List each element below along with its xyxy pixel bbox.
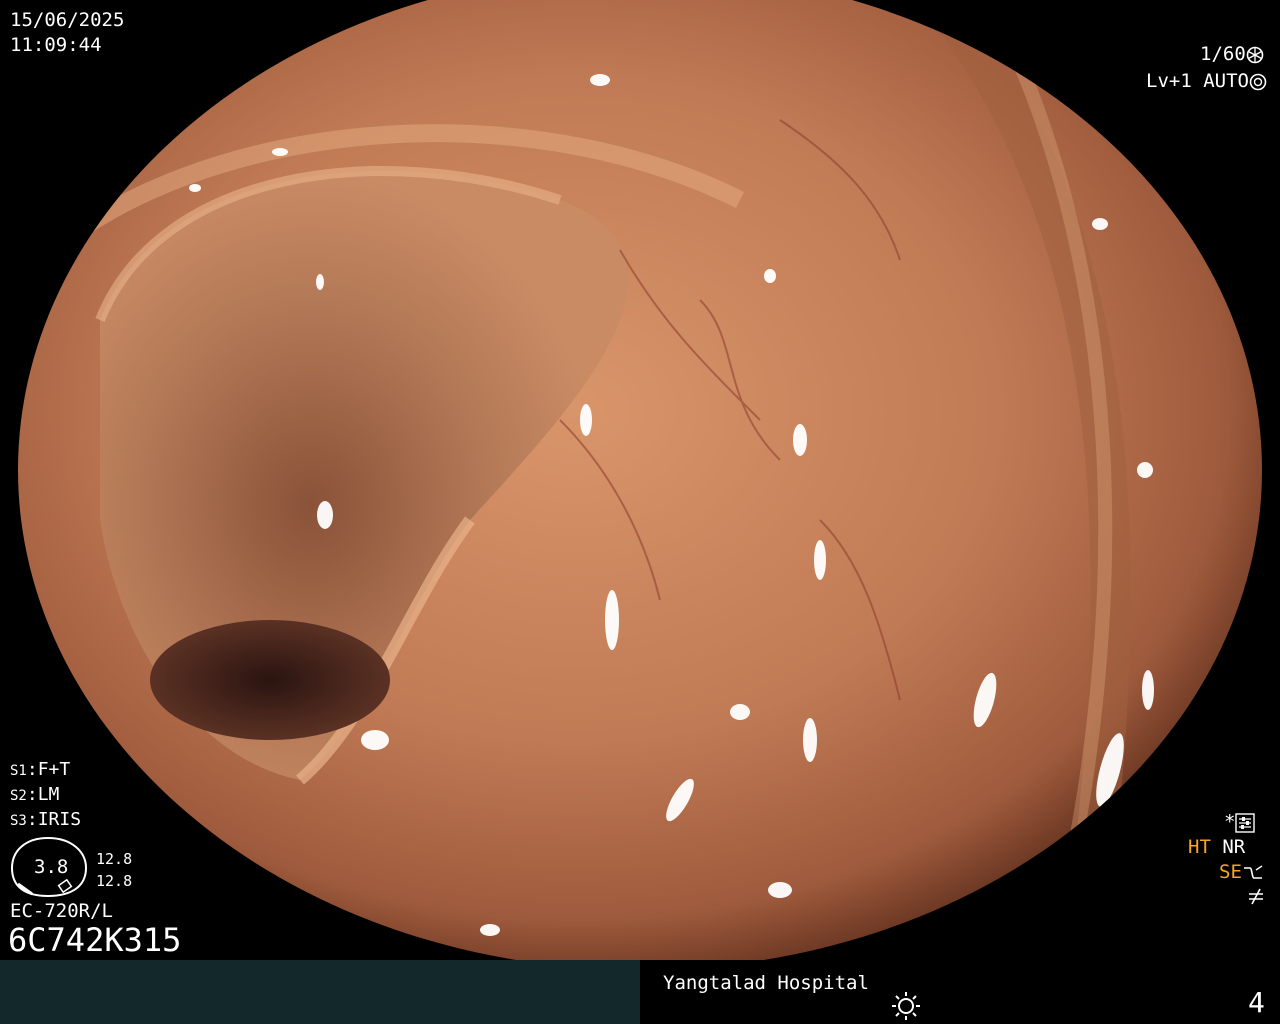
ht-flag: HT [1188, 836, 1211, 858]
enhance-curve-icon [1243, 864, 1263, 879]
not-equal-icon [1249, 888, 1263, 905]
serial-number: 6C742K315 [8, 921, 182, 959]
level-readout: Lv+1 AUTO [1146, 69, 1267, 93]
nr-flag: NR [1222, 836, 1246, 858]
preset-value: LM [37, 784, 60, 805]
scope-model: EC-720R/L [10, 900, 113, 922]
shutter-readout: 1/60 [1200, 42, 1264, 66]
preset-s1: S1:F+T [10, 759, 71, 780]
settings-sliders-icon [1235, 812, 1256, 833]
gauge-top-value: 12.8 [96, 850, 133, 868]
page-number: 4 [1248, 986, 1265, 1019]
preset-key: S1 [10, 763, 27, 779]
mode-text: AUTO [1203, 70, 1249, 92]
preset-s2: S2:LM [10, 784, 60, 805]
gauge-bottom-value: 12.8 [96, 872, 133, 890]
level-text: Lv+1 [1146, 70, 1192, 92]
asterisk-row: * [1224, 810, 1256, 834]
sun-icon [892, 992, 920, 1020]
preset-value: IRIS [37, 809, 82, 830]
se-row: SE [1219, 860, 1264, 884]
date-text: 15/06/2025 [10, 9, 125, 31]
gauge-value: 3.8 [34, 856, 69, 878]
hospital-name: Yangtalad Hospital [663, 972, 869, 994]
ht-nr-row: HT NR [1188, 835, 1245, 859]
preset-key: S2 [10, 788, 27, 804]
preset-value: F+T [37, 759, 71, 780]
preset-key: S3 [10, 813, 27, 829]
se-flag: SE [1219, 861, 1242, 883]
preset-s3: S3:IRIS [10, 809, 82, 830]
auto-exposure-icon [1249, 73, 1267, 90]
aperture-icon [1246, 46, 1264, 63]
time-text: 11:09:44 [10, 34, 102, 56]
asterisk-text: * [1224, 811, 1236, 833]
endoscopy-image [0, 0, 1280, 960]
shutter-text: 1/60 [1200, 43, 1246, 65]
